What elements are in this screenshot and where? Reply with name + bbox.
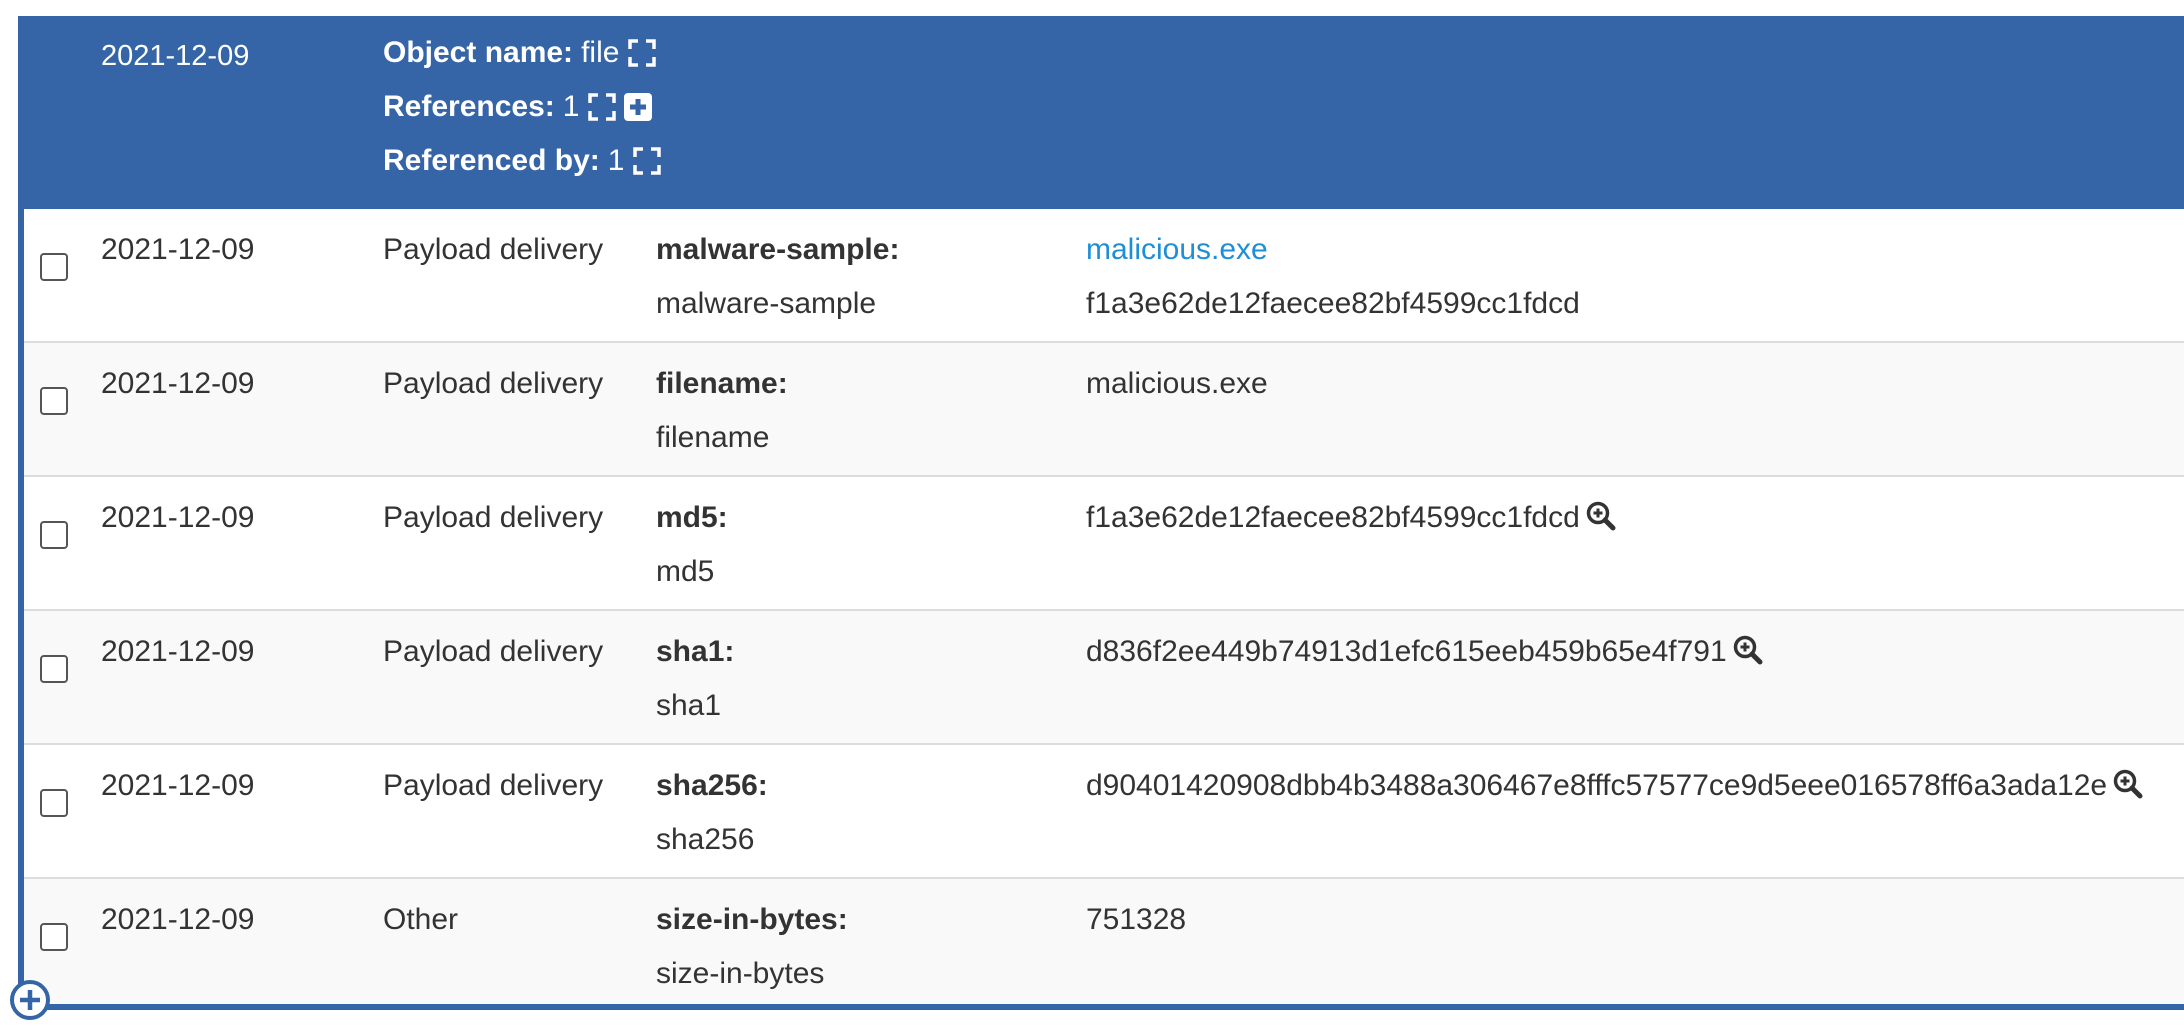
value-text: malicious.exe xyxy=(1086,367,1268,400)
value-text: f1a3e62de12faecee82bf4599cc1fdcd xyxy=(1086,501,1580,534)
value-text: 751328 xyxy=(1086,903,1187,936)
malware-sample-link[interactable]: malicious.exe xyxy=(1086,223,2184,277)
row-value: d90401420908dbb4b3488a306467e8fffc57577c… xyxy=(1086,759,2184,817)
expand-icon[interactable] xyxy=(587,92,617,122)
row-checkbox[interactable] xyxy=(40,387,68,415)
references-value: 1 xyxy=(562,90,580,123)
type-name: size-in-bytes: xyxy=(656,903,848,936)
row-category: Payload delivery xyxy=(383,769,604,802)
row-value: d836f2ee449b74913d1efc615eeb459b65e4f791 xyxy=(1086,625,2184,683)
row-checkbox[interactable] xyxy=(40,253,68,281)
row-type: size-in-bytes: size-in-bytes xyxy=(656,893,848,1001)
object-name-value: file xyxy=(581,36,620,69)
row-value: 751328 xyxy=(1086,893,2184,947)
table-row: 2021-12-09 Payload delivery filename: fi… xyxy=(24,343,2184,477)
table-row: 2021-12-09 Payload delivery md5: md5 f1a… xyxy=(24,477,2184,611)
object-header: 2021-12-09 Object name: file References:… xyxy=(18,16,2184,209)
references-label: References: xyxy=(383,90,555,123)
row-category: Other xyxy=(383,903,459,936)
object-block: 2021-12-09 Object name: file References:… xyxy=(18,16,2184,1012)
row-date: 2021-12-09 xyxy=(101,635,255,668)
row-checkbox[interactable] xyxy=(40,521,68,549)
row-date: 2021-12-09 xyxy=(101,769,255,802)
row-date: 2021-12-09 xyxy=(101,367,255,400)
object-date: 2021-12-09 xyxy=(101,40,250,72)
references-line: References: 1 xyxy=(383,90,653,124)
referenced-by-line: Referenced by: 1 xyxy=(383,144,666,178)
table-row: 2021-12-09 Other size-in-bytes: size-in-… xyxy=(24,879,2184,1009)
value-text: d836f2ee449b74913d1efc615eeb459b65e4f791 xyxy=(1086,635,1727,668)
row-category: Payload delivery xyxy=(383,501,604,534)
value-text: d90401420908dbb4b3488a306467e8fffc57577c… xyxy=(1086,769,2108,802)
object-name-line: Object name: file xyxy=(383,36,661,70)
row-category: Payload delivery xyxy=(383,233,604,266)
search-plus-icon[interactable] xyxy=(1586,495,1616,549)
row-value: malicious.exe f1a3e62de12faecee82bf4599c… xyxy=(1086,223,2184,331)
plus-circle-icon[interactable] xyxy=(9,979,51,1026)
row-checkbox[interactable] xyxy=(40,655,68,683)
search-plus-icon[interactable] xyxy=(2113,763,2143,817)
attribute-table: 2021-12-09 Payload delivery malware-samp… xyxy=(24,209,2184,1009)
type-relation: sha256 xyxy=(656,823,755,856)
table-row: 2021-12-09 Payload delivery sha256: sha2… xyxy=(24,745,2184,879)
row-value: f1a3e62de12faecee82bf4599cc1fdcd xyxy=(1086,491,2184,549)
row-category: Payload delivery xyxy=(383,635,604,668)
row-date: 2021-12-09 xyxy=(101,233,255,266)
row-type: sha256: sha256 xyxy=(656,759,768,867)
referenced-by-label: Referenced by: xyxy=(383,144,600,177)
row-checkbox[interactable] xyxy=(40,789,68,817)
object-name-label: Object name: xyxy=(383,36,574,69)
malware-sample-hash: f1a3e62de12faecee82bf4599cc1fdcd xyxy=(1086,287,1580,320)
type-name: sha1: xyxy=(656,635,735,668)
row-type: md5: md5 xyxy=(656,491,728,599)
row-type: malware-sample: malware-sample xyxy=(656,223,899,331)
table-row: 2021-12-09 Payload delivery sha1: sha1 d… xyxy=(24,611,2184,745)
type-relation: filename xyxy=(656,421,770,454)
type-name: filename: xyxy=(656,367,788,400)
type-relation: md5 xyxy=(656,555,715,588)
row-type: sha1: sha1 xyxy=(656,625,734,733)
type-relation: sha1 xyxy=(656,689,722,722)
table-row: 2021-12-09 Payload delivery malware-samp… xyxy=(24,209,2184,343)
search-plus-icon[interactable] xyxy=(1733,629,1763,683)
type-name: sha256: xyxy=(656,769,768,802)
row-date: 2021-12-09 xyxy=(101,501,255,534)
row-checkbox[interactable] xyxy=(40,923,68,951)
type-name: malware-sample: xyxy=(656,233,900,266)
row-category: Payload delivery xyxy=(383,367,604,400)
expand-icon[interactable] xyxy=(627,38,657,68)
add-reference-icon[interactable] xyxy=(623,92,653,122)
object-bottom-border xyxy=(18,1004,2184,1010)
expand-icon[interactable] xyxy=(632,146,662,176)
row-value: malicious.exe xyxy=(1086,357,2184,411)
row-date: 2021-12-09 xyxy=(101,903,255,936)
type-relation: size-in-bytes xyxy=(656,957,825,990)
type-name: md5: xyxy=(656,501,728,534)
type-relation: malware-sample xyxy=(656,287,877,320)
referenced-by-value: 1 xyxy=(607,144,625,177)
row-type: filename: filename xyxy=(656,357,788,465)
